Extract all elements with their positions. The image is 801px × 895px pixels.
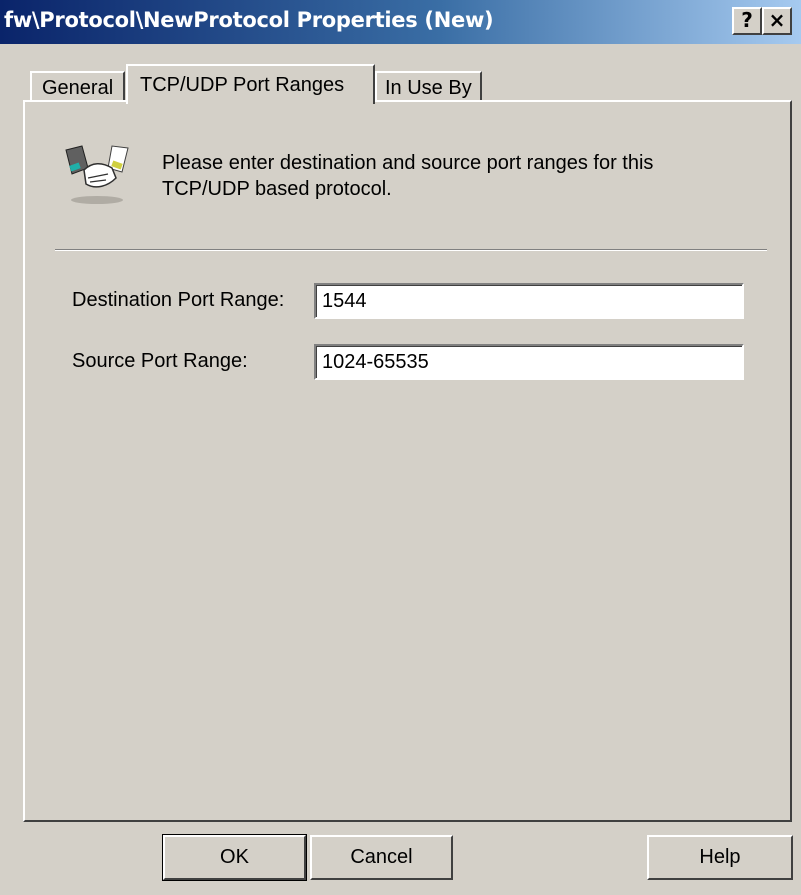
intro-line-2: TCP/UDP based protocol. [162,178,392,200]
close-icon[interactable]: × [762,7,792,35]
intro-text: Please enter destination and source port… [162,150,722,202]
help-caption-button[interactable]: ? [732,7,762,35]
tab-general[interactable]: General [30,71,126,102]
help-button[interactable]: Help [647,835,793,880]
window-title: fw\Protocol\NewProtocol Properties (New) [4,8,494,32]
tab-tcp-udp-label: TCP/UDP Port Ranges [140,74,345,96]
destination-port-range-label: Destination Port Range: [72,289,285,311]
properties-dialog: fw\Protocol\NewProtocol Properties (New)… [0,0,801,895]
tab-tcp-udp-port-ranges[interactable]: TCP/UDP Port Ranges [126,64,375,104]
ok-button[interactable]: OK [162,834,307,881]
source-port-range-input[interactable] [314,344,744,380]
source-port-range-label: Source Port Range: [72,350,248,372]
destination-port-range-input[interactable] [314,283,744,319]
separator [55,249,767,251]
tab-in-use-by[interactable]: In Use By [375,71,482,102]
cancel-button[interactable]: Cancel [310,835,453,880]
tab-panel [23,100,792,822]
handshake-icon [65,145,129,204]
intro-line-1: Please enter destination and source port… [162,152,654,174]
title-bar[interactable]: fw\Protocol\NewProtocol Properties (New)… [0,0,801,44]
